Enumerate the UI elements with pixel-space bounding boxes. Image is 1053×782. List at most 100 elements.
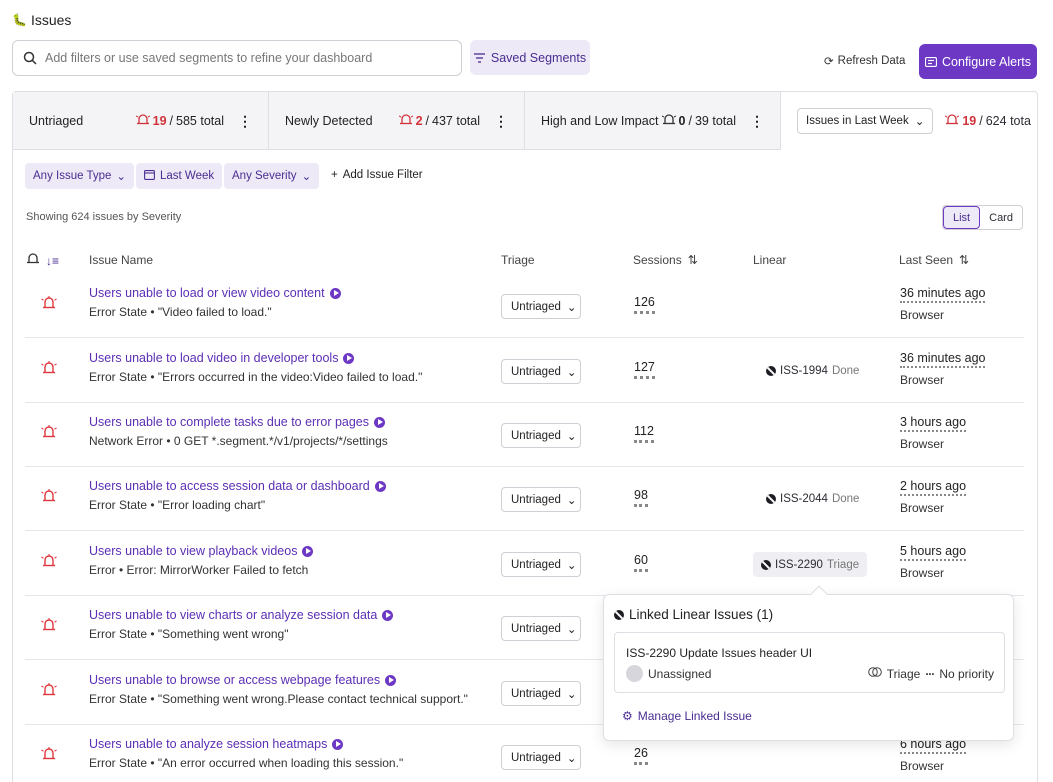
triage-select[interactable]: Untriaged ⌄ xyxy=(501,552,581,577)
play-icon[interactable] xyxy=(382,609,394,621)
card-view-button[interactable]: Card xyxy=(980,206,1022,229)
sessions-count[interactable]: 127 xyxy=(634,361,655,379)
linear-issue-id: ISS-2044 xyxy=(780,493,828,505)
sessions-count[interactable]: 126 xyxy=(634,296,655,314)
table-row[interactable]: Users unable to complete tasks due to er… xyxy=(25,403,1024,467)
triage-select[interactable]: Untriaged ⌄ xyxy=(501,487,581,512)
gear-icon: ⚙ xyxy=(622,709,633,723)
linked-issue-id: ISS-2290 xyxy=(626,646,677,660)
more-options-icon[interactable]: ⋮ xyxy=(238,114,252,128)
configure-alerts-label: Configure Alerts xyxy=(942,54,1031,69)
play-icon[interactable] xyxy=(374,480,386,492)
linear-issue-badge[interactable]: ISS-1994 Done xyxy=(766,365,859,377)
more-options-icon[interactable]: ⋮ xyxy=(494,114,508,128)
page-title-text: Issues xyxy=(30,12,72,28)
linear-issue-badge[interactable]: ISS-2290 Triage xyxy=(753,552,868,577)
chevron-down-icon: ⌄ xyxy=(566,366,577,379)
play-icon[interactable] xyxy=(343,352,355,364)
play-icon[interactable] xyxy=(374,416,386,428)
linear-column-header: Linear xyxy=(753,253,787,267)
issue-title-link[interactable]: Users unable to view playback videos xyxy=(89,544,314,558)
refresh-data-button[interactable]: ⟳ Refresh Data xyxy=(824,54,905,68)
period-filter-label: Last Week xyxy=(160,170,215,182)
severity-icon xyxy=(41,296,57,310)
triage-select[interactable]: Untriaged ⌄ xyxy=(501,681,581,706)
table-row[interactable]: Users unable to access session data or d… xyxy=(25,467,1024,531)
severity-filter[interactable]: Any Severity ⌄ xyxy=(224,163,320,189)
segment-tab-last-week[interactable]: Issues in Last Week ⌄ 19/624 tota xyxy=(781,92,1039,150)
segment-tab-high-low-impact[interactable]: High and Low Impact 0/39 total ⋮ xyxy=(525,92,781,150)
chevron-down-icon: ⌄ xyxy=(566,559,577,572)
play-icon[interactable] xyxy=(302,545,314,557)
saved-segments-button[interactable]: Saved Segments xyxy=(470,40,590,75)
chevron-down-icon: ⌄ xyxy=(566,494,577,507)
search-bar[interactable] xyxy=(12,40,462,76)
issue-title-link[interactable]: Users unable to load or view video conte… xyxy=(89,286,341,300)
issue-title-link[interactable]: Users unable to load video in developer … xyxy=(89,351,355,365)
play-icon[interactable] xyxy=(332,738,344,750)
issue-title-link[interactable]: Users unable to view charts or analyze s… xyxy=(89,608,394,622)
calendar-icon xyxy=(144,169,155,183)
segment-tab-untriaged[interactable]: Untriaged 19/585 total ⋮ xyxy=(13,92,269,150)
table-row[interactable]: Users unable to view playback videos Erro… xyxy=(25,532,1024,596)
table-row[interactable]: Users unable to load video in developer … xyxy=(25,339,1024,403)
sessions-column-header[interactable]: Sessions ⇅ xyxy=(633,253,698,267)
configure-alerts-button[interactable]: Configure Alerts xyxy=(919,44,1037,79)
severity-icon xyxy=(41,361,57,375)
segment-total: 39 total xyxy=(694,113,736,128)
severity-icon xyxy=(41,618,57,632)
play-icon[interactable] xyxy=(329,287,341,299)
alert-icon xyxy=(945,114,960,128)
search-input[interactable] xyxy=(45,51,445,65)
issue-description: Error State • "An error occurred when lo… xyxy=(89,756,404,770)
sort-desc-icon[interactable]: ↓≡ xyxy=(46,254,59,268)
more-options-icon[interactable]: ⋮ xyxy=(750,114,764,128)
period-filter[interactable]: Last Week xyxy=(136,163,223,189)
segment-tab-newly-detected[interactable]: Newly Detected 2/437 total ⋮ xyxy=(269,92,525,150)
add-issue-filter-button[interactable]: + Add Issue Filter xyxy=(331,169,423,181)
issue-title-link[interactable]: Users unable to access session data or d… xyxy=(89,479,386,493)
sessions-count[interactable]: 60 xyxy=(634,554,648,572)
triage-select[interactable]: Untriaged ⌄ xyxy=(501,616,581,641)
add-issue-filter-label: Add Issue Filter xyxy=(342,169,423,181)
sessions-count[interactable]: 112 xyxy=(634,425,654,443)
triage-select[interactable]: Untriaged ⌄ xyxy=(501,745,581,770)
issue-type-filter[interactable]: Any Issue Type ⌄ xyxy=(25,163,135,189)
manage-linked-issue-button[interactable]: ⚙ Manage Linked Issue xyxy=(622,709,752,723)
last-seen-time: 5 hours ago xyxy=(900,544,967,561)
table-row[interactable]: Users unable to load or view video conte… xyxy=(25,274,1024,338)
play-icon[interactable] xyxy=(385,674,397,686)
issue-source: Browser xyxy=(900,566,945,580)
sessions-count[interactable]: 98 xyxy=(634,489,648,507)
segment-count-value: 2 xyxy=(415,113,423,128)
linked-issue-card[interactable]: ISS-2290 Update Issues header UI Unassig… xyxy=(614,632,1005,693)
sort-icon[interactable]: ⇅ xyxy=(959,253,969,267)
avatar xyxy=(626,665,643,682)
linear-issue-badge[interactable]: ISS-2044 Done xyxy=(766,493,859,505)
bug-icon: 🐛 xyxy=(12,13,27,27)
triage-value: Untriaged xyxy=(511,493,561,506)
list-view-button[interactable]: List xyxy=(943,206,981,229)
issue-title-link[interactable]: Users unable to analyze session heatmaps xyxy=(89,737,344,751)
severity-filter-label: Any Severity xyxy=(232,170,297,182)
triage-value: Untriaged xyxy=(511,365,561,378)
issue-source: Browser xyxy=(900,501,945,515)
last-seen-column-header[interactable]: Last Seen ⇅ xyxy=(899,253,969,267)
chevron-down-icon: ⌄ xyxy=(566,688,577,701)
severity-column-header[interactable]: ↓≡ xyxy=(26,253,59,268)
issue-title-link[interactable]: Users unable to complete tasks due to er… xyxy=(89,415,386,429)
issue-source: Browser xyxy=(900,373,945,387)
chevron-down-icon: ⌄ xyxy=(914,116,925,128)
triage-value: Untriaged xyxy=(511,687,561,700)
sort-icon[interactable]: ⇅ xyxy=(688,253,698,267)
period-select[interactable]: Issues in Last Week ⌄ xyxy=(797,108,934,134)
view-toggle: List Card xyxy=(942,205,1023,230)
issue-description: Network Error • 0 GET *.segment.*/v1/pro… xyxy=(89,434,388,448)
triage-select[interactable]: Untriaged ⌄ xyxy=(501,423,581,448)
last-seen-time: 2 hours ago xyxy=(900,479,967,496)
sessions-count[interactable]: 26 xyxy=(634,747,648,765)
issue-title-link[interactable]: Users unable to browse or access webpage… xyxy=(89,673,397,687)
triage-select[interactable]: Untriaged ⌄ xyxy=(501,294,581,319)
triage-select[interactable]: Untriaged ⌄ xyxy=(501,359,581,384)
issue-description: Error State • "Something went wrong" xyxy=(89,627,289,641)
